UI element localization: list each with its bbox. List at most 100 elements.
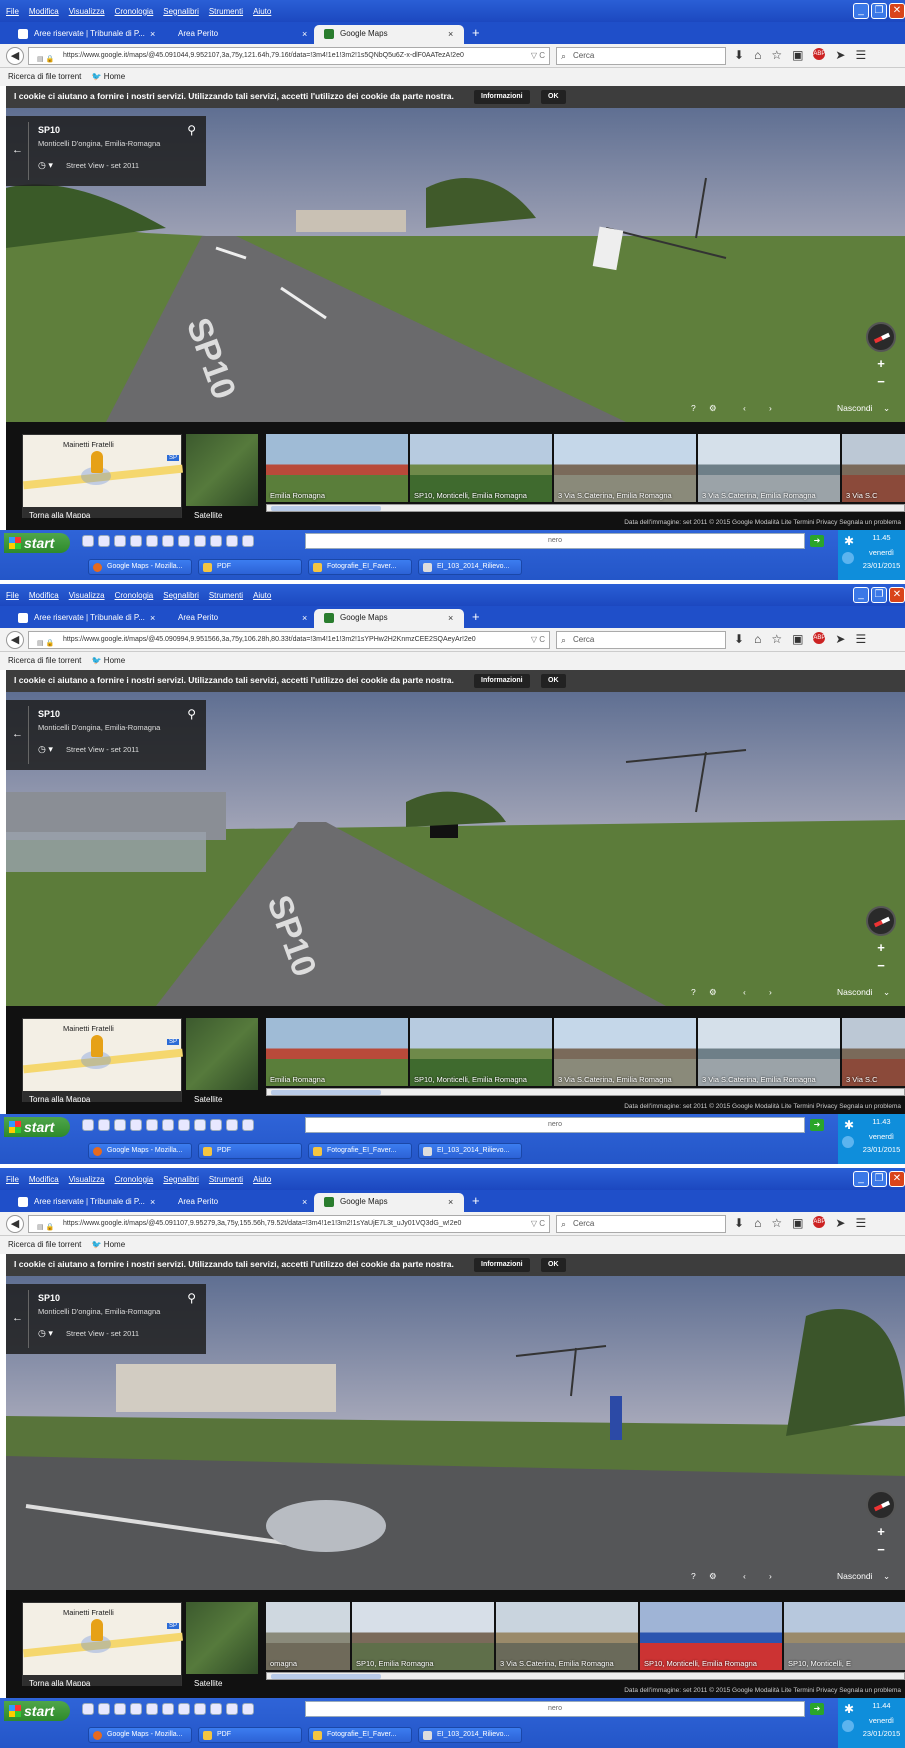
menu-visualizza[interactable]: Visualizza: [69, 1175, 105, 1184]
task-google-maps[interactable]: Google Maps - Mozilla...: [88, 1143, 192, 1159]
clipboard-icon[interactable]: ▣: [792, 1216, 803, 1230]
firefox-icon[interactable]: [162, 1703, 174, 1715]
clipboard-icon[interactable]: ▣: [792, 632, 803, 646]
close-window-icon[interactable]: ✕: [889, 3, 905, 19]
zoom-out-button[interactable]: −: [872, 958, 890, 973]
send-icon[interactable]: ➤: [835, 48, 845, 62]
shield-icon[interactable]: [242, 535, 254, 547]
new-tab-button[interactable]: +: [472, 25, 480, 40]
url-bar[interactable]: ▤ 🔒 https://www.google.it/maps/@45.09110…: [28, 1215, 550, 1233]
tab-area-perito[interactable]: Area Perito ×: [152, 609, 312, 628]
task-fotografie[interactable]: Fotografie_EI_Faver...: [308, 1143, 412, 1159]
tab-aree-riservate[interactable]: Aree riservate | Tribunale di P... ×: [8, 1193, 158, 1212]
firefox-icon[interactable]: [162, 1119, 174, 1131]
menu-segnalibri[interactable]: Segnalibri: [163, 1175, 199, 1184]
url-bar[interactable]: ▤ 🔒 https://www.google.it/maps/@45.09099…: [28, 631, 550, 649]
minimap[interactable]: Mainetti Fratelli SP Torna alla Mappa: [22, 1018, 183, 1110]
bookmark-home[interactable]: Home: [104, 1240, 125, 1249]
download-icon[interactable]: ⬇: [734, 1216, 744, 1230]
pegman-icon[interactable]: [91, 451, 103, 473]
menu-modifica[interactable]: Modifica: [29, 1175, 59, 1184]
search-input[interactable]: ⌕ Cerca: [556, 631, 726, 649]
hamburger-menu-icon[interactable]: ☰: [855, 48, 866, 62]
bookmark-torrent[interactable]: Ricerca di file torrent: [8, 656, 81, 665]
menu-strumenti[interactable]: Strumenti: [209, 7, 243, 16]
menu-modifica[interactable]: Modifica: [29, 7, 59, 16]
task-google-maps[interactable]: Google Maps - Mozilla...: [88, 559, 192, 575]
tab-close-icon[interactable]: ×: [448, 613, 453, 623]
bookmark-star-icon[interactable]: ☆: [771, 632, 782, 646]
home-icon[interactable]: ⌂: [754, 1216, 761, 1230]
cookie-info-button[interactable]: Informazioni: [474, 90, 530, 104]
prev-arrow-icon[interactable]: ‹: [743, 403, 746, 413]
shield-icon[interactable]: [242, 1703, 254, 1715]
photo-thumbnail[interactable]: 3 Via S.Caterina, Emilia Romagna: [698, 1018, 840, 1086]
start-button[interactable]: start: [4, 1701, 70, 1721]
scroll-thumb[interactable]: [271, 506, 381, 511]
bookmark-torrent[interactable]: Ricerca di file torrent: [8, 72, 81, 81]
photo-thumbnail[interactable]: SP10, Monticelli, E: [784, 1602, 905, 1670]
hide-button[interactable]: Nascondi: [837, 1571, 872, 1581]
nero-toolbar[interactable]: nero: [305, 533, 805, 549]
window-icon[interactable]: [114, 1119, 126, 1131]
settings-gear-icon[interactable]: ⚙: [709, 987, 717, 998]
send-icon[interactable]: ➤: [835, 632, 845, 646]
search-input[interactable]: ⌕ Cerca: [556, 47, 726, 65]
back-arrow-icon[interactable]: ◀: [6, 1215, 24, 1233]
menu-cronologia[interactable]: Cronologia: [115, 1175, 154, 1184]
opera-icon[interactable]: [178, 535, 190, 547]
tray-arrow-icon[interactable]: ➜: [810, 1119, 824, 1131]
zoom-out-button[interactable]: −: [872, 374, 890, 389]
tab-aree-riservate[interactable]: Aree riservate | Tribunale di P... ×: [8, 25, 158, 44]
cookie-info-button[interactable]: Informazioni: [474, 1258, 530, 1272]
hide-button[interactable]: Nascondi: [837, 987, 872, 997]
help-icon[interactable]: ?: [691, 403, 696, 413]
app-icon[interactable]: [210, 1119, 222, 1131]
bookmark-torrent[interactable]: Ricerca di file torrent: [8, 1240, 81, 1249]
reload-icon[interactable]: ▽ C: [531, 632, 545, 648]
menu-cronologia[interactable]: Cronologia: [115, 7, 154, 16]
minimize-icon[interactable]: _: [853, 587, 869, 603]
satellite-toggle[interactable]: Satellite: [186, 434, 258, 520]
adblock-icon[interactable]: ABP: [813, 1216, 825, 1228]
task-fotografie[interactable]: Fotografie_EI_Faver...: [308, 1727, 412, 1743]
help-icon[interactable]: ?: [691, 987, 696, 997]
photo-thumbnail[interactable]: omagna: [266, 1602, 350, 1670]
app-icon[interactable]: [194, 1703, 206, 1715]
menu-aiuto[interactable]: Aiuto: [253, 7, 271, 16]
minimize-icon[interactable]: _: [853, 3, 869, 19]
clipboard-icon[interactable]: ▣: [792, 48, 803, 62]
menu-segnalibri[interactable]: Segnalibri: [163, 7, 199, 16]
menu-file[interactable]: File: [6, 1175, 19, 1184]
photo-thumbnail[interactable]: SP10, Emilia Romagna: [352, 1602, 494, 1670]
cookie-info-button[interactable]: Informazioni: [474, 674, 530, 688]
photo-thumbnail[interactable]: Emilia Romagna: [266, 434, 408, 502]
photo-thumbnail[interactable]: 3 Via S.Caterina, Emilia Romagna: [496, 1602, 638, 1670]
app-icon[interactable]: [210, 535, 222, 547]
chevron-down-icon[interactable]: ⌄: [883, 987, 890, 998]
menu-visualizza[interactable]: Visualizza: [69, 591, 105, 600]
start-button[interactable]: start: [4, 533, 70, 553]
app-icon[interactable]: [226, 1119, 238, 1131]
app-icon[interactable]: [226, 535, 238, 547]
photo-thumbnail[interactable]: SP10, Monticelli, Emilia Romagna: [410, 434, 552, 502]
new-tab-button[interactable]: +: [472, 1193, 480, 1208]
task-pdf[interactable]: PDF: [198, 559, 302, 575]
window-icon[interactable]: [98, 535, 110, 547]
tab-area-perito[interactable]: Area Perito ×: [152, 1193, 312, 1212]
map-pin-icon[interactable]: ⚲: [187, 123, 196, 137]
zoom-out-button[interactable]: −: [872, 1542, 890, 1557]
app-icon[interactable]: [194, 1119, 206, 1131]
menu-file[interactable]: File: [6, 591, 19, 600]
thumbnail-scrollbar[interactable]: [266, 1672, 905, 1680]
download-icon[interactable]: ⬇: [734, 632, 744, 646]
window-icon[interactable]: [114, 535, 126, 547]
clock-icon[interactable]: ◷ ▾: [38, 1328, 53, 1339]
opera-icon[interactable]: [178, 1703, 190, 1715]
photo-thumbnail[interactable]: SP10, Monticelli, Emilia Romagna: [410, 1018, 552, 1086]
help-icon[interactable]: ?: [691, 1571, 696, 1581]
zoom-in-button[interactable]: +: [872, 940, 890, 955]
nero-toolbar[interactable]: nero: [305, 1701, 805, 1717]
scroll-thumb[interactable]: [271, 1674, 381, 1679]
prev-arrow-icon[interactable]: ‹: [743, 1571, 746, 1581]
